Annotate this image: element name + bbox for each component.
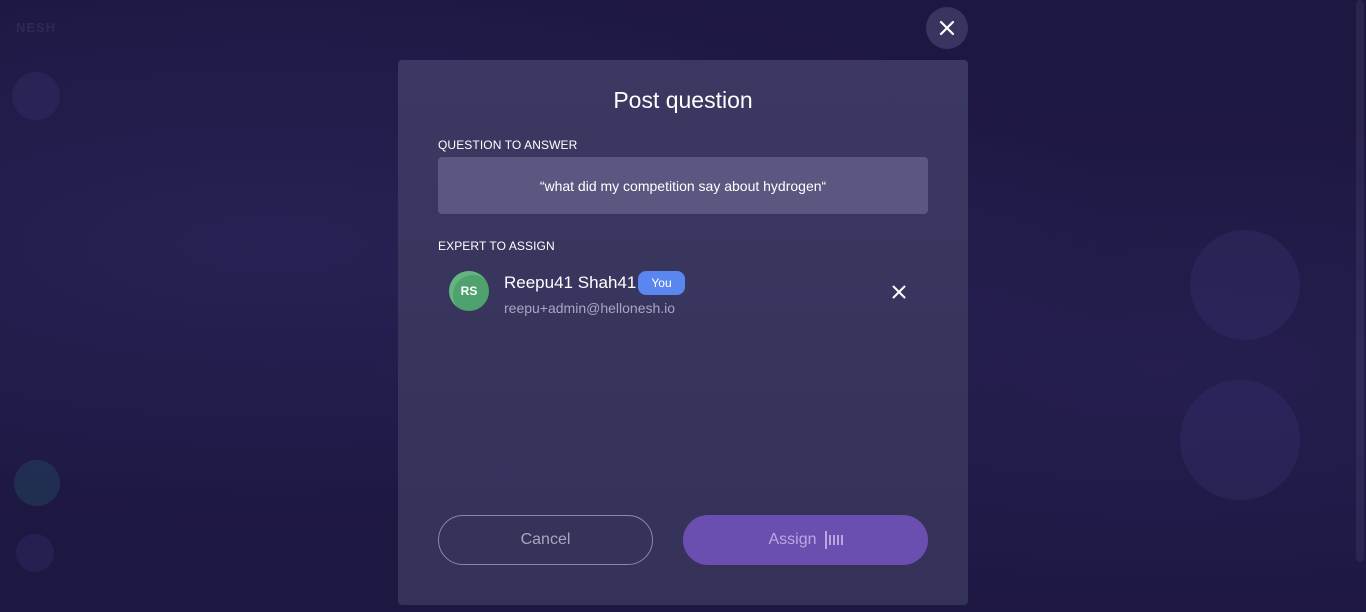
assign-button[interactable]: Assign xyxy=(683,515,928,565)
expert-name: Reepu41 Shah41 xyxy=(504,273,637,292)
page-scrollbar[interactable] xyxy=(1356,0,1364,562)
expert-label: EXPERT TO ASSIGN xyxy=(438,239,555,253)
app-logo: NESH xyxy=(16,20,57,35)
background-card xyxy=(1190,230,1300,340)
background-card xyxy=(1180,380,1300,500)
cancel-button-label: Cancel xyxy=(520,531,571,548)
close-modal-button[interactable] xyxy=(926,7,968,49)
remove-expert-button[interactable] xyxy=(890,283,908,301)
close-icon xyxy=(939,20,955,36)
expert-email: reepu+admin@hellonesh.io xyxy=(504,300,676,316)
loading-icon xyxy=(824,531,843,549)
cancel-button[interactable]: Cancel xyxy=(438,515,653,565)
assign-button-label: Assign xyxy=(768,531,817,548)
you-badge: You xyxy=(638,271,685,295)
question-text-box: “what did my competition say about hydro… xyxy=(438,157,928,214)
avatar: RS xyxy=(449,271,489,311)
background-avatar xyxy=(14,460,60,506)
remove-expert-icon xyxy=(892,285,906,299)
question-label: QUESTION TO ANSWER xyxy=(438,138,578,152)
question-text: “what did my competition say about hydro… xyxy=(539,177,827,194)
assigned-expert: RS Reepu41 Shah41 You reepu+admin@hellon… xyxy=(449,270,909,322)
post-question-modal: Post question QUESTION TO ANSWER “what d… xyxy=(398,60,968,605)
background-avatar xyxy=(16,534,54,572)
background-avatar xyxy=(12,72,60,120)
modal-title: Post question xyxy=(613,87,753,113)
